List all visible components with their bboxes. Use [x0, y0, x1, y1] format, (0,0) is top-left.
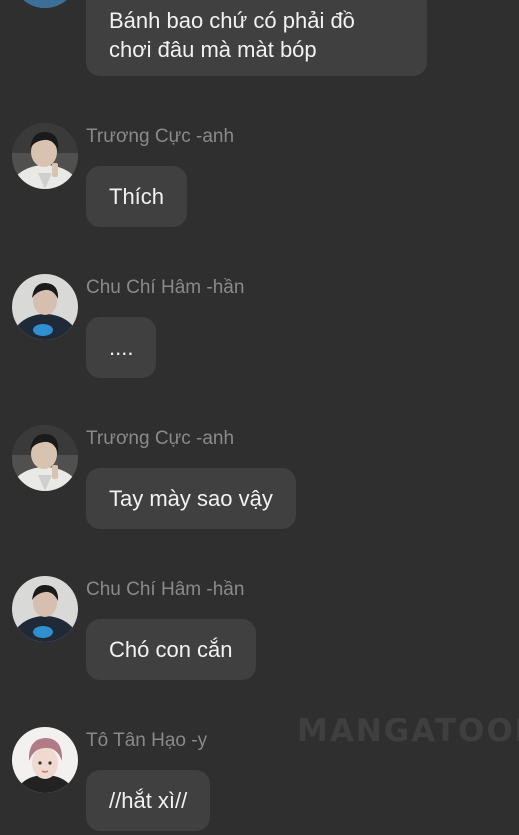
message-bubble[interactable]: Thích: [86, 166, 188, 227]
message-bubble[interactable]: ....: [86, 317, 157, 378]
message-bubble[interactable]: //hắt xì//: [86, 770, 211, 831]
message-bubble[interactable]: Tay mày sao vậy: [86, 468, 296, 529]
sender-name: Chu Chí Hâm -hần: [86, 579, 245, 600]
sender-name: Trương Cực -anh: [86, 428, 235, 449]
sender-name: Trương Cực -anh: [86, 126, 235, 147]
message-bubble[interactable]: Chó con cắn: [86, 619, 256, 680]
avatar[interactable]: [12, 425, 78, 491]
avatar[interactable]: [12, 727, 78, 793]
chat-thread: Bánh bao chứ có phải đồ chơi đâu mà màt …: [0, 0, 519, 835]
sender-name: Chu Chí Hâm -hần: [86, 277, 245, 298]
avatar[interactable]: [12, 0, 78, 8]
avatar[interactable]: [12, 123, 78, 189]
avatar[interactable]: [12, 274, 78, 340]
watermark-logo: MANGATOON: [297, 713, 519, 749]
avatar[interactable]: [12, 576, 78, 642]
message-bubble[interactable]: Bánh bao chứ có phải đồ chơi đâu mà màt …: [86, 0, 427, 76]
sender-name: Tô Tân Hạo -y: [86, 730, 208, 751]
